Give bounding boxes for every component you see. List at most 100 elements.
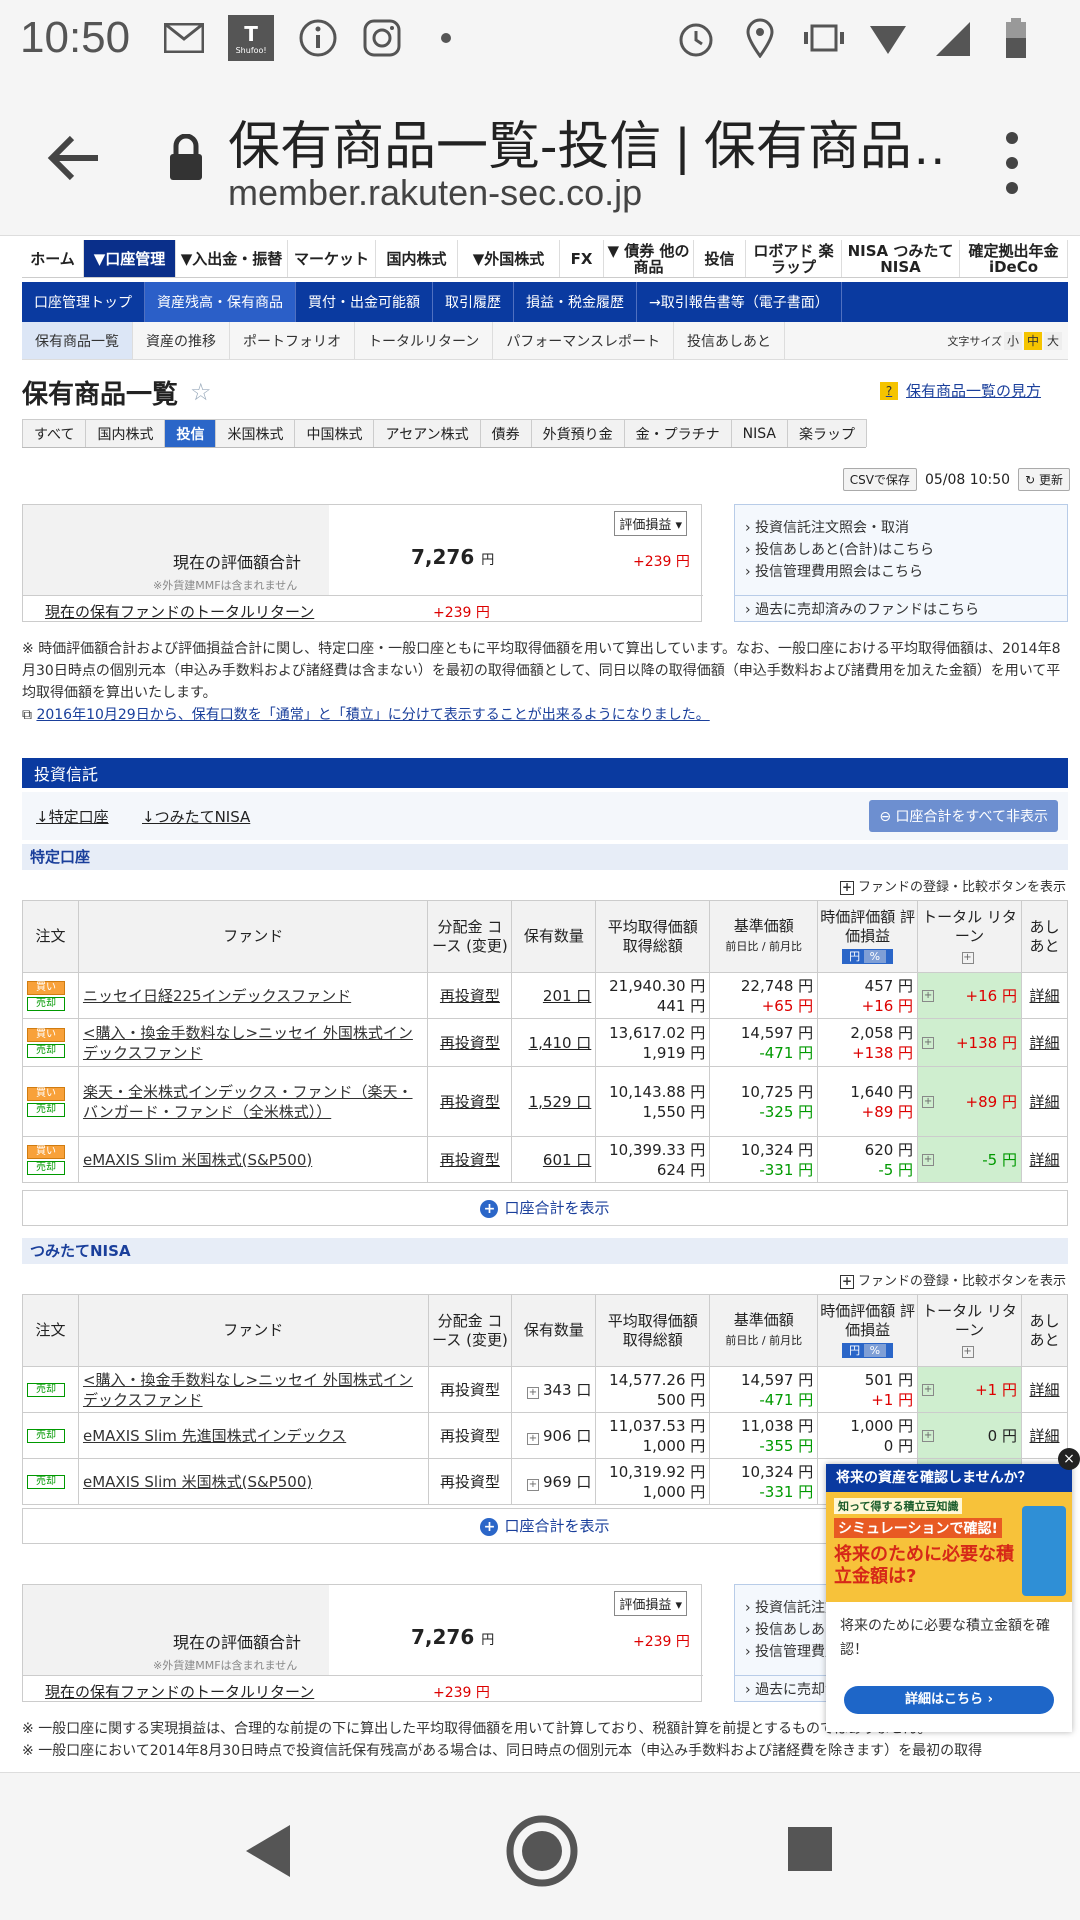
snav-item[interactable]: 損益・税金履歴 bbox=[514, 282, 637, 322]
gnav-item[interactable]: 国内株式 bbox=[376, 240, 458, 277]
tab-bond[interactable]: 債券 bbox=[479, 419, 532, 447]
gnav-item[interactable]: ▼入出金・振替 bbox=[176, 240, 288, 277]
yen-pct-toggle[interactable]: 円 % bbox=[842, 1343, 894, 1358]
csv-button[interactable]: CSVで保存 bbox=[842, 468, 917, 491]
tab-us[interactable]: 米国株式 bbox=[215, 419, 296, 447]
anchor-nisa[interactable]: ↓つみたてNISA bbox=[142, 806, 250, 827]
sell-button[interactable]: 売却 bbox=[27, 1043, 65, 1058]
expand-icon[interactable]: + bbox=[922, 1153, 935, 1166]
gnav-item[interactable]: ホーム bbox=[22, 240, 84, 277]
fund-name-link[interactable]: 楽天・全米株式インデックス・ファンド（楽天・バンガード・ファンド（全米株式）） bbox=[83, 1083, 413, 1121]
show-total-button[interactable]: + 口座合計を表示 bbox=[22, 1190, 1068, 1226]
nav-back-icon[interactable] bbox=[244, 1823, 294, 1879]
tab-gold[interactable]: 金・プラチナ bbox=[623, 419, 732, 447]
nav-home-icon[interactable] bbox=[504, 1813, 580, 1889]
sell-button[interactable]: 売却 bbox=[27, 1102, 65, 1117]
back-arrow-icon[interactable] bbox=[44, 128, 104, 188]
gnav-item[interactable]: マーケット bbox=[288, 240, 376, 277]
close-icon[interactable]: × bbox=[1058, 1448, 1080, 1470]
tnav-item[interactable]: パフォーマンスレポート bbox=[493, 322, 675, 359]
sell-button[interactable]: 売却 bbox=[27, 996, 65, 1011]
tab-asean[interactable]: アセアン株式 bbox=[373, 419, 481, 447]
expand-icon[interactable]: + bbox=[922, 1095, 935, 1108]
gnav-item[interactable]: ▼外国株式 bbox=[458, 240, 560, 277]
guide-link[interactable]: ? 保有商品一覧の見方 bbox=[880, 380, 1041, 401]
yen-pct-toggle[interactable]: 円 % bbox=[842, 949, 894, 964]
note-link[interactable]: 2016年10月29日から、保有口数を「通常」と「積立」に分けて表示することが出… bbox=[36, 707, 709, 723]
detail-link[interactable]: 詳細 bbox=[1029, 1151, 1059, 1169]
font-size-large[interactable]: 大 bbox=[1044, 332, 1062, 350]
snav-item[interactable]: 取引履歴 bbox=[433, 282, 514, 322]
fund-name-link[interactable]: ニッセイ日経225インデックスファンド bbox=[83, 987, 351, 1005]
expand-icon[interactable]: + bbox=[922, 1036, 935, 1049]
favorite-star-icon[interactable]: ☆ bbox=[190, 378, 212, 406]
fund-name-link[interactable]: eMAXIS Slim 先進国株式インデックス bbox=[83, 1427, 346, 1445]
tab-domestic[interactable]: 国内株式 bbox=[85, 419, 166, 447]
course-value[interactable]: 再投資型 bbox=[440, 987, 500, 1005]
summary-select[interactable]: 評価損益 ▾ bbox=[614, 1591, 687, 1616]
buy-button[interactable]: 買い bbox=[27, 980, 65, 995]
tab-nisa[interactable]: NISA bbox=[730, 419, 788, 447]
page-url[interactable]: member.rakuten-sec.co.jp bbox=[228, 172, 642, 214]
detail-link[interactable]: 詳細 bbox=[1029, 1093, 1059, 1111]
snav-item[interactable]: 資産残高・保有商品 bbox=[145, 282, 296, 322]
sell-button[interactable]: 売却 bbox=[27, 1160, 65, 1175]
course-value[interactable]: 再投資型 bbox=[440, 1151, 500, 1169]
expand-icon[interactable]: + bbox=[922, 1429, 935, 1442]
tnav-item[interactable]: 保有商品一覧 bbox=[22, 322, 133, 359]
snav-item[interactable]: 口座管理トップ bbox=[22, 282, 145, 322]
total-return-link[interactable]: 現在の保有ファンドのトータルリターン bbox=[45, 1681, 314, 1702]
popup-detail-button[interactable]: 詳細はこちら › bbox=[844, 1686, 1054, 1714]
expand-icon[interactable]: + bbox=[961, 1346, 974, 1358]
tab-china[interactable]: 中国株式 bbox=[294, 419, 375, 447]
detail-link[interactable]: 詳細 bbox=[1029, 987, 1059, 1005]
tab-funds[interactable]: 投信 bbox=[164, 419, 217, 447]
menu-kebab-icon[interactable] bbox=[1000, 128, 1024, 198]
detail-link[interactable]: 詳細 bbox=[1029, 1034, 1059, 1052]
qty-value[interactable]: 201 口 bbox=[543, 987, 591, 1005]
tnav-item[interactable]: ポートフォリオ bbox=[230, 322, 355, 359]
snav-item[interactable]: →取引報告書等（電子書面） bbox=[637, 282, 842, 322]
qty-value[interactable]: 601 口 bbox=[543, 1151, 591, 1169]
fund-name-link[interactable]: <購入・換金手数料なし>ニッセイ 外国株式インデックスファンド bbox=[83, 1024, 413, 1062]
nav-recents-icon[interactable] bbox=[786, 1825, 834, 1873]
link-item[interactable]: › 投資信託注文照会・取消 bbox=[735, 517, 1067, 539]
anchor-tokutei[interactable]: ↓特定口座 bbox=[36, 806, 109, 827]
gnav-item[interactable]: ▼ 債券 他の商品 bbox=[604, 240, 694, 277]
link-item[interactable]: › 過去に売却済みのファンドはこちら bbox=[735, 599, 979, 621]
expand-icon[interactable]: + bbox=[922, 1383, 935, 1396]
register-toggle[interactable]: + ファンドの登録・比較ボタンを表示 bbox=[839, 1270, 1066, 1289]
gnav-item[interactable]: ロボアド 楽ラップ bbox=[746, 240, 842, 277]
detail-link[interactable]: 詳細 bbox=[1029, 1381, 1059, 1399]
fund-name-link[interactable]: <購入・換金手数料なし>ニッセイ 外国株式インデックスファンド bbox=[83, 1371, 413, 1409]
gnav-item[interactable]: NISA つみたてNISA bbox=[842, 240, 960, 277]
hide-all-totals-button[interactable]: ⊖ 口座合計をすべて非表示 bbox=[869, 800, 1058, 832]
gnav-item[interactable]: 確定拠出年金 iDeCo bbox=[960, 240, 1068, 277]
qty-value[interactable]: 1,410 口 bbox=[529, 1034, 592, 1052]
sell-button[interactable]: 売却 bbox=[27, 1382, 65, 1397]
snav-item[interactable]: 買付・出金可能額 bbox=[296, 282, 433, 322]
course-value[interactable]: 再投資型 bbox=[440, 1093, 500, 1111]
tnav-item[interactable]: トータルリターン bbox=[355, 322, 494, 359]
gnav-item[interactable]: 投信 bbox=[694, 240, 746, 277]
font-size-medium[interactable]: 中 bbox=[1024, 332, 1042, 350]
fund-name-link[interactable]: eMAXIS Slim 米国株式(S&P500) bbox=[83, 1473, 312, 1491]
expand-icon[interactable]: + bbox=[961, 952, 974, 964]
sell-button[interactable]: 売却 bbox=[27, 1474, 65, 1489]
buy-button[interactable]: 買い bbox=[27, 1086, 65, 1101]
qty-value[interactable]: 1,529 口 bbox=[529, 1093, 592, 1111]
font-size-small[interactable]: 小 bbox=[1004, 332, 1022, 350]
tnav-item[interactable]: 資産の推移 bbox=[133, 322, 230, 359]
tab-all[interactable]: すべて bbox=[22, 419, 87, 447]
course-value[interactable]: 再投資型 bbox=[440, 1034, 500, 1052]
tnav-item[interactable]: 投信あしあと bbox=[674, 322, 786, 359]
tab-rakuwrap[interactable]: 楽ラップ bbox=[786, 419, 867, 447]
total-return-link[interactable]: 現在の保有ファンドのトータルリターン bbox=[45, 601, 314, 622]
sell-button[interactable]: 売却 bbox=[27, 1428, 65, 1443]
fund-name-link[interactable]: eMAXIS Slim 米国株式(S&P500) bbox=[83, 1151, 312, 1169]
expand-icon[interactable]: + bbox=[526, 1432, 539, 1445]
expand-icon[interactable]: + bbox=[922, 989, 935, 1002]
tab-fx-deposit[interactable]: 外貨預り金 bbox=[530, 419, 625, 447]
expand-icon[interactable]: + bbox=[526, 1386, 539, 1399]
popup-banner[interactable]: 知って得する積立豆知識 シミュレーションで確認! 将来のために必要な積立金額は? bbox=[826, 1492, 1072, 1602]
